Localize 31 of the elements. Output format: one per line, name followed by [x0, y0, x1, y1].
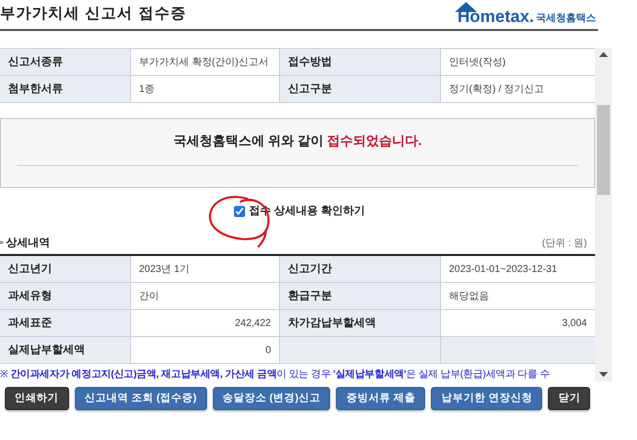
field-label: 과세표준	[0, 310, 130, 336]
scrollbar-thumb[interactable]	[597, 104, 610, 194]
field-label: 실제납부할세액	[0, 337, 130, 363]
action-button[interactable]: 인쇄하기	[4, 387, 69, 410]
action-button[interactable]: 닫기	[548, 387, 590, 410]
scroll-up-icon[interactable]	[599, 52, 608, 57]
section-title: 상세내역	[6, 236, 50, 250]
annotation-circle-drawing	[208, 195, 272, 249]
unit-label: (단위 : 원)	[542, 237, 587, 251]
action-button[interactable]: 신고내역 조회 (접수증)	[74, 387, 207, 410]
checkbox[interactable]	[234, 206, 245, 216]
action-button[interactable]: 증빙서류 제출	[336, 387, 426, 410]
field-label: 첨부한서류	[0, 76, 130, 102]
field-label: 신고기간	[279, 256, 440, 282]
confirmation-message: 국세청홈택스에 위와 같이 접수되었습니다.	[17, 131, 578, 166]
field-label: 접수방법	[279, 49, 440, 75]
house-roof-icon	[455, 2, 478, 12]
field-label: 차가감납부할세액	[279, 310, 440, 336]
field-label: 신고구분	[279, 76, 440, 102]
field-label: 환급구분	[279, 283, 440, 309]
hometax-logo: Hometax.국세청홈택스	[455, 2, 596, 25]
field-label: 신고서종류	[0, 49, 130, 75]
page-title: 부가가치세 신고서 접수증	[0, 4, 186, 24]
bullet-icon	[0, 241, 3, 244]
notice-text: ※ 간이과세자가 예정고지(신고)금액, 재고납부세액, 가산세 금액이 있는 경우 '실제납부할세액'은 실제 납부(환급)세액과 다를 수	[0, 368, 551, 382]
action-button[interactable]: 송달장소 (변경)신고	[212, 387, 330, 410]
field-label: 신고년기	[0, 256, 130, 282]
scroll-down-icon[interactable]	[599, 372, 608, 377]
scrollbar[interactable]	[595, 48, 612, 381]
field-label: 과세유형	[0, 283, 130, 309]
action-button[interactable]: 납부기한 연장신청	[431, 387, 542, 410]
